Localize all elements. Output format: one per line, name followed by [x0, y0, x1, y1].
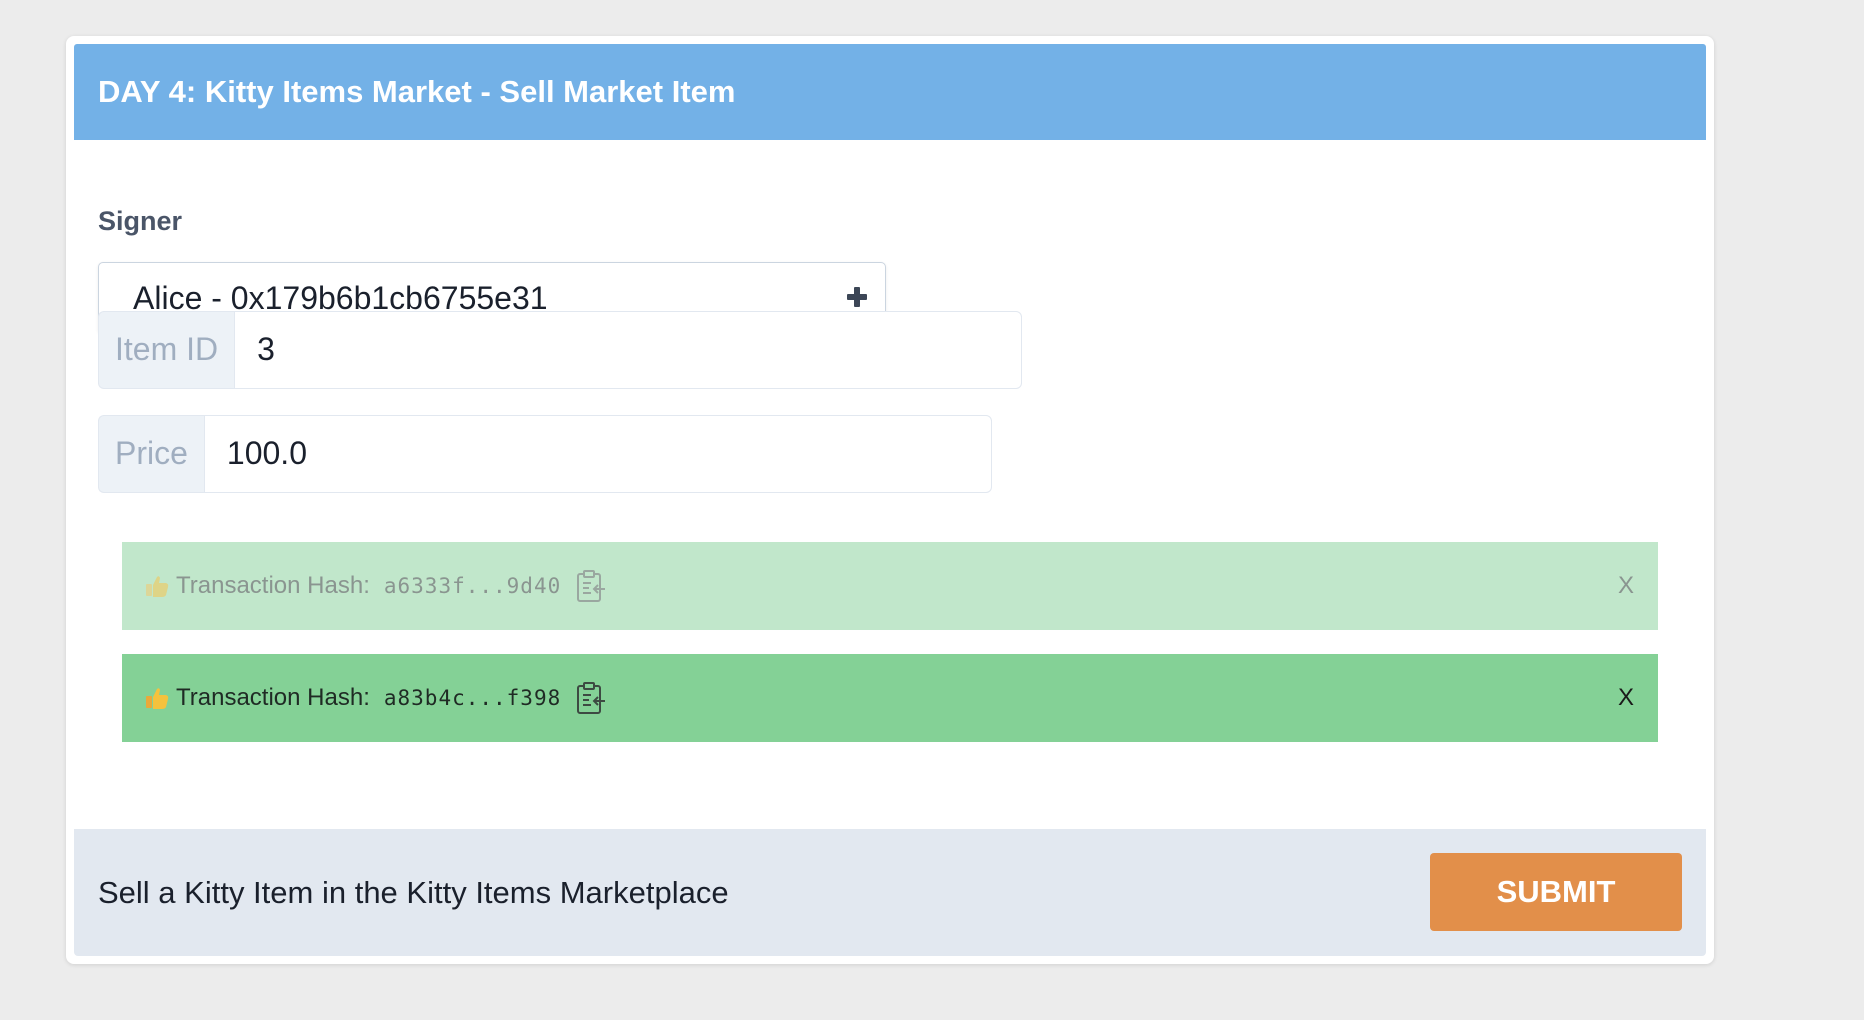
- alert-content: Transaction Hash: a6333f...9d40: [144, 542, 607, 630]
- clipboard-icon[interactable]: [575, 569, 607, 603]
- alert-content: Transaction Hash: a83b4c...f398: [144, 654, 607, 742]
- price-input[interactable]: 100.0: [203, 415, 992, 493]
- hash-label: Transaction Hash:: [176, 684, 370, 711]
- price-label: Price: [98, 415, 204, 493]
- hash-label: Transaction Hash:: [176, 572, 370, 599]
- price-group: Price 100.0: [98, 415, 992, 493]
- thumbs-up-icon: [146, 576, 169, 597]
- card-header: DAY 4: Kitty Items Market - Sell Market …: [74, 44, 1706, 140]
- transaction-alert: Transaction Hash: a6333f...9d40 X: [122, 542, 1658, 630]
- submit-button[interactable]: SUBMIT: [1430, 853, 1682, 931]
- card-footer: Sell a Kitty Item in the Kitty Items Mar…: [74, 829, 1706, 956]
- clipboard-icon[interactable]: [575, 681, 607, 715]
- footer-description: Sell a Kitty Item in the Kitty Items Mar…: [98, 875, 729, 910]
- transaction-alert: Transaction Hash: a83b4c...f398 X: [122, 654, 1658, 742]
- hash-value: a6333f...9d40: [383, 574, 562, 598]
- item-id-input[interactable]: 3: [234, 311, 1023, 389]
- alert-close-button[interactable]: X: [1618, 654, 1634, 742]
- item-id-label: Item ID: [98, 311, 235, 389]
- hash-value: a83b4c...f398: [383, 686, 562, 710]
- transaction-card: DAY 4: Kitty Items Market - Sell Market …: [66, 36, 1714, 964]
- item-id-group: Item ID 3: [98, 311, 1023, 389]
- thumbs-up-icon: [146, 688, 169, 709]
- plus-icon[interactable]: [847, 287, 867, 307]
- card-title: DAY 4: Kitty Items Market - Sell Market …: [98, 74, 736, 109]
- alert-close-button[interactable]: X: [1618, 542, 1634, 630]
- signer-label: Signer: [98, 206, 183, 236]
